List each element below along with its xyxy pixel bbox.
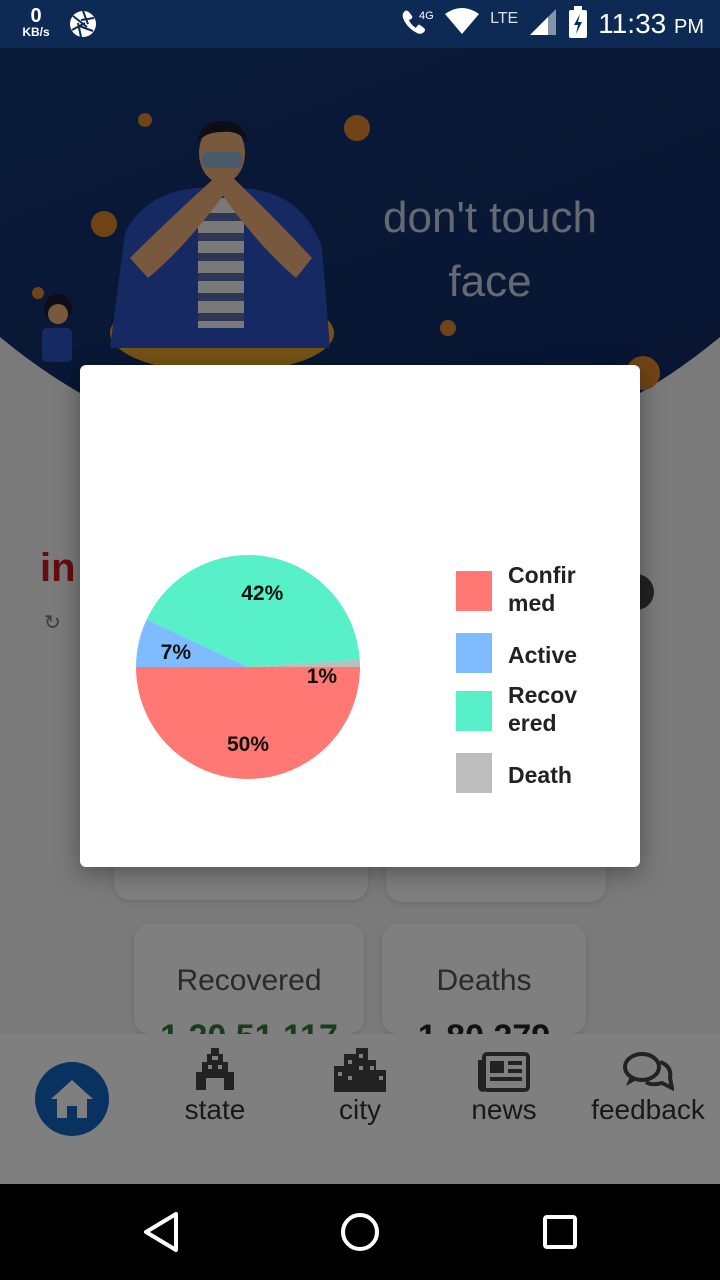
system-navigation-bar xyxy=(0,1184,720,1280)
legend-swatch xyxy=(456,753,492,793)
recents-icon[interactable] xyxy=(543,1215,577,1249)
legend-swatch xyxy=(456,633,492,673)
speed-value: 0 xyxy=(30,5,42,27)
wifi-icon xyxy=(444,7,480,41)
clock-ampm: PM xyxy=(674,16,704,38)
chart-dialog: 50% 7% 42% 1% Confir med Active Recov ered … xyxy=(80,365,640,867)
legend-item-confirmed: Confir med xyxy=(456,561,616,617)
pie-label-active: 7% xyxy=(161,641,192,664)
pie-label-recovered: 42% xyxy=(241,582,283,605)
home-system-icon[interactable] xyxy=(341,1213,379,1251)
network-type: 4G xyxy=(419,10,434,22)
legend-label: Death xyxy=(508,762,572,788)
legend-item-recovered: Recov ered xyxy=(456,681,616,737)
legend-swatch xyxy=(456,691,492,731)
signal-icon xyxy=(528,7,558,42)
clock: 11:33 PM xyxy=(598,8,704,40)
legend-swatch xyxy=(456,571,492,611)
battery-icon xyxy=(568,5,588,43)
speed-unit: KB/s xyxy=(22,25,50,39)
legend-item-death: Death xyxy=(456,745,616,793)
call-icon: 4G xyxy=(400,7,434,42)
aperture-icon xyxy=(68,9,98,44)
pie-label-death: 1% xyxy=(307,665,338,688)
legend-label: Recov ered xyxy=(508,682,578,736)
back-icon[interactable] xyxy=(144,1212,178,1252)
pie-label-confirmed: 50% xyxy=(227,733,269,756)
legend-label: Active xyxy=(508,642,578,668)
status-bar: 0 KB/s 4G LTE 11:33 PM xyxy=(0,0,720,48)
network-speed: 0 KB/s xyxy=(18,6,54,38)
clock-time: 11:33 xyxy=(598,8,667,39)
legend-label: Confir med xyxy=(508,562,576,616)
legend-item-active: Active xyxy=(456,625,616,673)
lte-label: LTE xyxy=(490,10,519,27)
chart-legend: Confir med Active Recov ered Death xyxy=(456,561,616,801)
